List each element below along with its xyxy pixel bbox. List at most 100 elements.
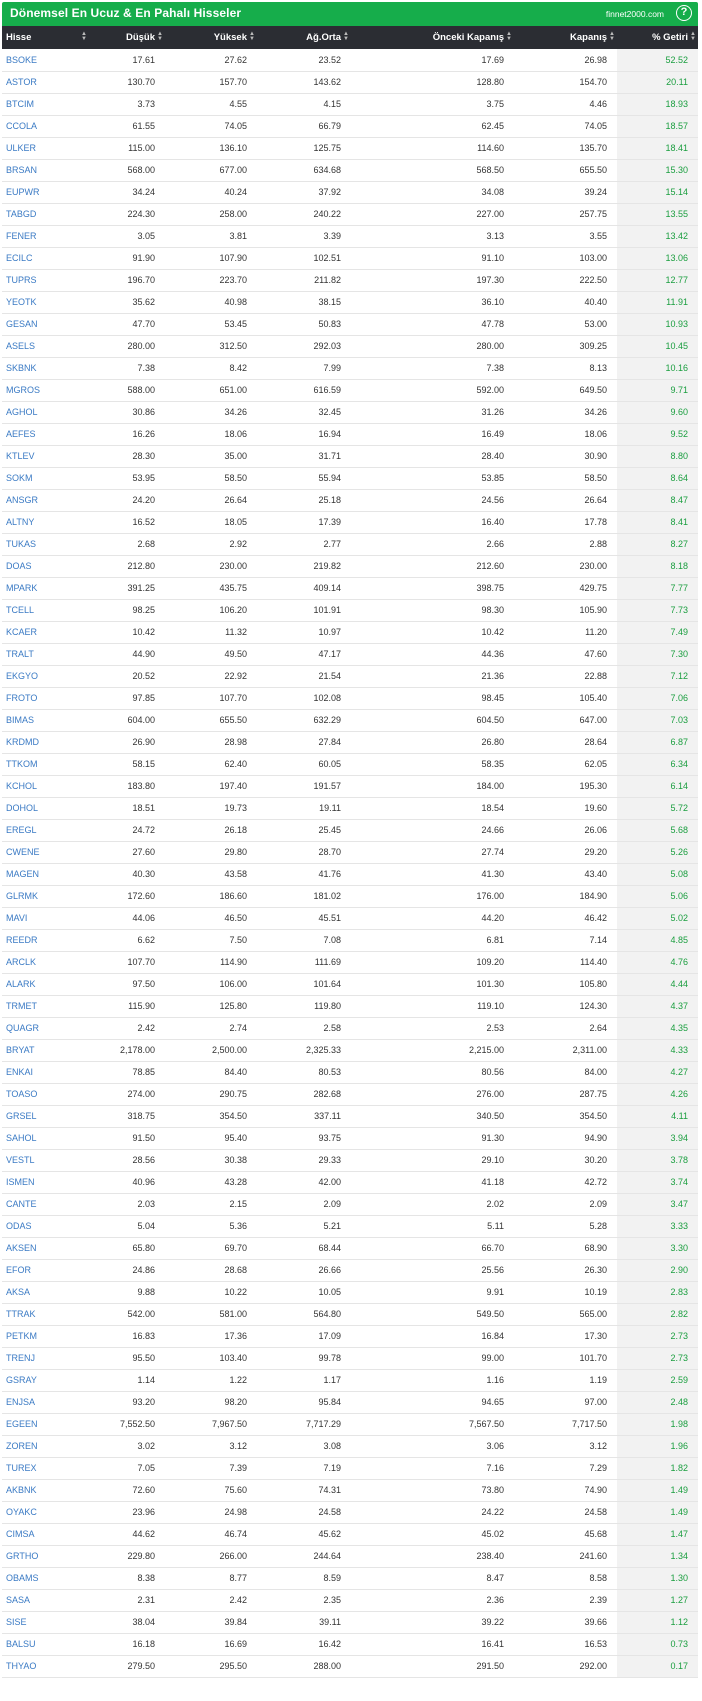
stock-symbol-link[interactable]: TRENJ bbox=[6, 1353, 35, 1363]
stock-symbol-link[interactable]: ZOREN bbox=[6, 1441, 38, 1451]
sort-arrows-icon[interactable]: ▲ ▼ bbox=[609, 31, 615, 42]
column-header-dusuk[interactable]: Düşük ▲ ▼ bbox=[89, 26, 165, 49]
stock-symbol-link[interactable]: TUKAS bbox=[6, 539, 36, 549]
stock-symbol-link[interactable]: SISE bbox=[6, 1617, 27, 1627]
stock-symbol-link[interactable]: KTLEV bbox=[6, 451, 35, 461]
stock-symbol-link[interactable]: EGEEN bbox=[6, 1419, 38, 1429]
stock-symbol-link[interactable]: REEDR bbox=[6, 935, 38, 945]
stock-symbol-link[interactable]: ECILC bbox=[6, 253, 33, 263]
stock-cell: AGHOL bbox=[2, 401, 89, 424]
stock-symbol-link[interactable]: BIMAS bbox=[6, 715, 34, 725]
stock-symbol-link[interactable]: ASTOR bbox=[6, 77, 37, 87]
column-header-hisse[interactable]: Hisse ▲ ▼ bbox=[2, 26, 89, 49]
stock-symbol-link[interactable]: EFOR bbox=[6, 1265, 31, 1275]
stock-symbol-link[interactable]: YEOTK bbox=[6, 297, 37, 307]
stock-symbol-link[interactable]: CWENE bbox=[6, 847, 40, 857]
stock-symbol-link[interactable]: ALARK bbox=[6, 979, 36, 989]
stock-symbol-link[interactable]: SASA bbox=[6, 1595, 30, 1605]
cell-dusuk: 98.25 bbox=[89, 599, 165, 622]
sort-arrows-icon[interactable]: ▲ ▼ bbox=[249, 31, 255, 42]
stock-symbol-link[interactable]: AEFES bbox=[6, 429, 36, 439]
sort-arrows-icon[interactable]: ▲ ▼ bbox=[157, 31, 163, 42]
stock-symbol-link[interactable]: TUPRS bbox=[6, 275, 37, 285]
stock-symbol-link[interactable]: MGROS bbox=[6, 385, 40, 395]
cell-kapanis: 3.12 bbox=[514, 1435, 617, 1458]
stock-symbol-link[interactable]: ODAS bbox=[6, 1221, 32, 1231]
column-header-yuksek[interactable]: Yüksek ▲ ▼ bbox=[165, 26, 257, 49]
stock-symbol-link[interactable]: THYAO bbox=[6, 1661, 36, 1671]
stock-symbol-link[interactable]: TRALT bbox=[6, 649, 34, 659]
stock-symbol-link[interactable]: SOKM bbox=[6, 473, 33, 483]
table-row: EKGYO 20.52 22.92 21.54 21.36 22.88 7.12 bbox=[2, 665, 698, 688]
stock-symbol-link[interactable]: AKSEN bbox=[6, 1243, 37, 1253]
sort-arrows-icon[interactable]: ▲ ▼ bbox=[343, 31, 349, 42]
stock-symbol-link[interactable]: CIMSA bbox=[6, 1529, 35, 1539]
stock-symbol-link[interactable]: GESAN bbox=[6, 319, 38, 329]
stock-symbol-link[interactable]: ENKAI bbox=[6, 1067, 33, 1077]
help-icon[interactable]: ? bbox=[676, 5, 692, 21]
column-header-getiri[interactable]: % Getiri ▲ ▼ bbox=[617, 26, 698, 49]
stock-symbol-link[interactable]: FROTO bbox=[6, 693, 37, 703]
stock-symbol-link[interactable]: EKGYO bbox=[6, 671, 38, 681]
cell-kapanis: 74.05 bbox=[514, 115, 617, 138]
stock-symbol-link[interactable]: BALSU bbox=[6, 1639, 36, 1649]
stock-symbol-link[interactable]: GSRAY bbox=[6, 1375, 37, 1385]
stock-symbol-link[interactable]: ARCLK bbox=[6, 957, 36, 967]
stock-symbol-link[interactable]: TOASO bbox=[6, 1089, 37, 1099]
stock-symbol-link[interactable]: TUREX bbox=[6, 1463, 37, 1473]
sort-arrows-icon[interactable]: ▲ ▼ bbox=[690, 31, 696, 42]
stock-symbol-link[interactable]: DOAS bbox=[6, 561, 32, 571]
stock-symbol-link[interactable]: GRSEL bbox=[6, 1111, 37, 1121]
stock-symbol-link[interactable]: MPARK bbox=[6, 583, 37, 593]
sort-arrows-icon[interactable]: ▲ ▼ bbox=[506, 31, 512, 42]
cell-onceki-kapanis: 184.00 bbox=[351, 775, 514, 798]
stock-symbol-link[interactable]: AGHOL bbox=[6, 407, 38, 417]
stock-symbol-link[interactable]: TTRAK bbox=[6, 1309, 36, 1319]
stock-symbol-link[interactable]: ANSGR bbox=[6, 495, 38, 505]
table-row: ALARK 97.50 106.00 101.64 101.30 105.80 4.44 bbox=[2, 973, 698, 996]
stock-symbol-link[interactable]: OYAKC bbox=[6, 1507, 37, 1517]
stock-symbol-link[interactable]: CCOLA bbox=[6, 121, 37, 131]
stock-symbol-link[interactable]: FENER bbox=[6, 231, 37, 241]
stock-symbol-link[interactable]: SKBNK bbox=[6, 363, 37, 373]
stock-symbol-link[interactable]: EREGL bbox=[6, 825, 37, 835]
cell-dusuk: 172.60 bbox=[89, 885, 165, 908]
stock-symbol-link[interactable]: VESTL bbox=[6, 1155, 35, 1165]
stock-symbol-link[interactable]: BSOKE bbox=[6, 55, 37, 65]
stock-symbol-link[interactable]: OBAMS bbox=[6, 1573, 39, 1583]
column-header-kapanis[interactable]: Kapanış ▲ ▼ bbox=[514, 26, 617, 49]
stock-symbol-link[interactable]: TABGD bbox=[6, 209, 36, 219]
stock-symbol-link[interactable]: BTCIM bbox=[6, 99, 34, 109]
column-header-onceki-kapanis[interactable]: Önceki Kapanış ▲ ▼ bbox=[351, 26, 514, 49]
stock-symbol-link[interactable]: AKSA bbox=[6, 1287, 30, 1297]
cell-kapanis: 2,311.00 bbox=[514, 1039, 617, 1062]
cell-kapanis: 29.20 bbox=[514, 841, 617, 864]
stock-symbol-link[interactable]: KRDMD bbox=[6, 737, 39, 747]
stock-symbol-link[interactable]: KCAER bbox=[6, 627, 37, 637]
stock-symbol-link[interactable]: BRYAT bbox=[6, 1045, 35, 1055]
stock-symbol-link[interactable]: MAVI bbox=[6, 913, 27, 923]
stock-symbol-link[interactable]: PETKM bbox=[6, 1331, 37, 1341]
stock-symbol-link[interactable]: TTKOM bbox=[6, 759, 38, 769]
stock-symbol-link[interactable]: MAGEN bbox=[6, 869, 39, 879]
stock-symbol-link[interactable]: TCELL bbox=[6, 605, 34, 615]
stock-symbol-link[interactable]: ENJSA bbox=[6, 1397, 35, 1407]
stock-symbol-link[interactable]: GRTHO bbox=[6, 1551, 38, 1561]
sort-arrows-icon[interactable]: ▲ ▼ bbox=[81, 31, 87, 42]
stock-symbol-link[interactable]: BRSAN bbox=[6, 165, 37, 175]
stock-symbol-link[interactable]: ASELS bbox=[6, 341, 35, 351]
stock-symbol-link[interactable]: ULKER bbox=[6, 143, 36, 153]
cell-onceki-kapanis: 39.22 bbox=[351, 1611, 514, 1634]
stock-symbol-link[interactable]: AKBNK bbox=[6, 1485, 37, 1495]
stock-symbol-link[interactable]: GLRMK bbox=[6, 891, 38, 901]
stock-symbol-link[interactable]: CANTE bbox=[6, 1199, 37, 1209]
stock-symbol-link[interactable]: SAHOL bbox=[6, 1133, 37, 1143]
stock-symbol-link[interactable]: DOHOL bbox=[6, 803, 38, 813]
stock-symbol-link[interactable]: TRMET bbox=[6, 1001, 37, 1011]
stock-symbol-link[interactable]: ISMEN bbox=[6, 1177, 35, 1187]
column-header-ag-orta[interactable]: Ağ.Orta ▲ ▼ bbox=[257, 26, 351, 49]
stock-symbol-link[interactable]: KCHOL bbox=[6, 781, 37, 791]
stock-symbol-link[interactable]: ALTNY bbox=[6, 517, 34, 527]
stock-symbol-link[interactable]: QUAGR bbox=[6, 1023, 39, 1033]
stock-symbol-link[interactable]: EUPWR bbox=[6, 187, 40, 197]
